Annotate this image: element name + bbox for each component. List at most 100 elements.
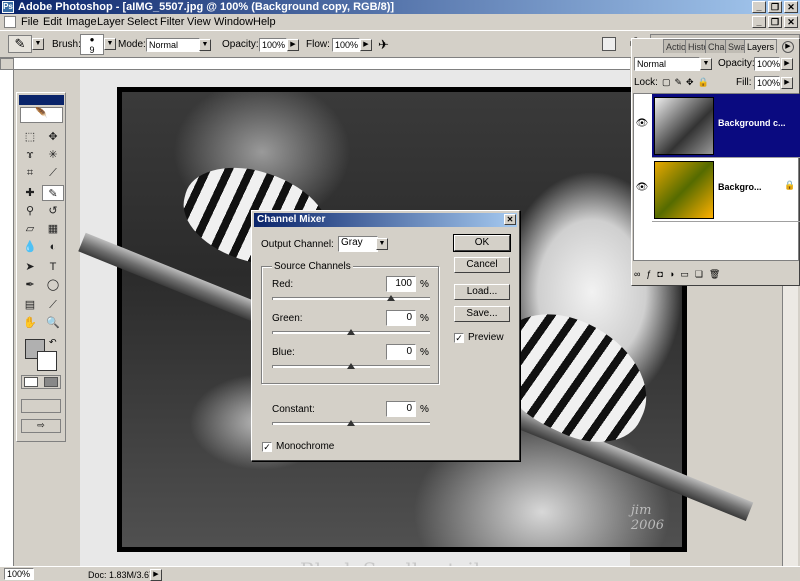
blue-value-input[interactable]: 0 <box>386 344 416 360</box>
layer-style-icon[interactable]: ƒ <box>646 269 657 279</box>
doc-minimize-button[interactable]: _ <box>752 16 766 28</box>
blur-tool-icon[interactable]: 💧 <box>19 239 41 255</box>
preview-checkbox[interactable]: ✓ <box>454 333 464 343</box>
cancel-button[interactable]: Cancel <box>454 257 510 273</box>
link-layers-icon[interactable]: ∞ <box>634 269 646 279</box>
brush-tool-icon[interactable]: ✎ <box>42 185 64 201</box>
delete-layer-icon[interactable]: 🗑 <box>709 269 726 279</box>
opacity-input[interactable]: 100% <box>259 38 287 52</box>
menu-edit[interactable]: Edit <box>43 15 62 29</box>
menu-image[interactable]: Image <box>66 15 97 29</box>
eraser-tool-icon[interactable]: ▱ <box>19 221 41 237</box>
red-slider-thumb[interactable] <box>386 295 395 301</box>
menu-layer[interactable]: Layer <box>97 15 125 29</box>
background-color-swatch[interactable] <box>37 351 57 371</box>
history-brush-tool-icon[interactable]: ↺ <box>42 203 64 219</box>
pen-tool-icon[interactable]: ✒ <box>19 277 41 293</box>
opacity-slider-icon[interactable]: ▶ <box>287 39 299 51</box>
menu-filter[interactable]: Filter <box>160 15 184 29</box>
toolbox-header[interactable] <box>19 95 64 105</box>
notes-tool-icon[interactable]: ▤ <box>19 297 41 313</box>
type-tool-icon[interactable]: T <box>42 259 64 275</box>
eyedropper-tool-icon[interactable]: ⟋ <box>42 297 64 313</box>
hand-tool-icon[interactable]: ✋ <box>19 315 41 331</box>
brush-tool-preset-icon[interactable]: ✎ <box>8 35 32 53</box>
adjustment-layer-icon[interactable]: ◑ <box>669 269 680 279</box>
screen-mode-buttons[interactable] <box>21 399 61 413</box>
layer-row-background[interactable]: Backgro... 🔒 <box>652 158 800 222</box>
move-tool-icon[interactable]: ✥ <box>42 129 64 145</box>
swap-colors-icon[interactable]: ↶ <box>49 337 57 348</box>
red-slider-track[interactable] <box>272 297 430 300</box>
shape-tool-icon[interactable]: ◯ <box>42 277 64 293</box>
file-browser-icon[interactable] <box>602 37 616 51</box>
adobe-feather-icon[interactable]: 🪶 <box>20 107 63 123</box>
menu-view[interactable]: View <box>187 15 211 29</box>
fill-input[interactable]: 100% <box>754 76 780 90</box>
dodge-tool-icon[interactable]: ◐ <box>42 239 64 255</box>
close-button[interactable]: ✕ <box>784 1 798 13</box>
green-slider-thumb[interactable] <box>347 329 355 335</box>
healing-brush-tool-icon[interactable]: ✚ <box>19 185 41 201</box>
doc-restore-button[interactable]: ❐ <box>768 16 782 28</box>
layer-opacity-slider-icon[interactable]: ▶ <box>781 58 793 70</box>
eye-icon[interactable]: 👁 <box>634 180 650 196</box>
red-value-input[interactable]: 100 <box>386 276 416 292</box>
green-value-input[interactable]: 0 <box>386 310 416 326</box>
constant-value-input[interactable]: 0 <box>386 401 416 417</box>
mode-dropdown-icon[interactable]: ▼ <box>199 39 211 51</box>
new-group-icon[interactable]: ▭ <box>680 269 695 279</box>
blend-mode-dropdown-icon[interactable]: ▼ <box>700 58 712 70</box>
lock-icons[interactable]: ▢✎✥🔒 <box>662 77 713 88</box>
zoom-tool-icon[interactable]: 🔍 <box>42 315 64 331</box>
lasso-tool-icon[interactable]: ɤ <box>19 147 41 163</box>
quickmask-mode-icon[interactable] <box>44 377 58 387</box>
flow-input[interactable]: 100% <box>332 38 360 52</box>
menu-help[interactable]: Help <box>253 15 276 29</box>
dialog-close-button[interactable]: ✕ <box>504 214 516 225</box>
blue-slider-thumb[interactable] <box>347 363 355 369</box>
jump-to-imageready-icon[interactable]: ⇨ <box>21 419 61 433</box>
doc-close-button[interactable]: ✕ <box>784 16 798 28</box>
standard-mode-icon[interactable] <box>24 377 38 387</box>
layer-opacity-input[interactable]: 100% <box>754 57 780 71</box>
crop-tool-icon[interactable]: ⌗ <box>19 165 41 181</box>
brush-dropdown-icon[interactable]: ▼ <box>104 38 116 50</box>
restore-button[interactable]: ❐ <box>768 1 782 13</box>
constant-slider-thumb[interactable] <box>347 420 355 426</box>
eye-icon[interactable]: 👁 <box>634 116 650 132</box>
load-button[interactable]: Load... <box>454 284 510 300</box>
ruler-origin[interactable] <box>0 58 14 70</box>
monochrome-checkbox[interactable]: ✓ <box>262 442 272 452</box>
layer-mask-icon[interactable]: ◘ <box>657 269 668 279</box>
output-channel-select[interactable]: Gray <box>338 236 378 252</box>
marquee-tool-icon[interactable]: ⬚ <box>19 129 41 145</box>
gradient-tool-icon[interactable]: ▦ <box>42 221 64 237</box>
clone-stamp-tool-icon[interactable]: ⚲ <box>19 203 41 219</box>
magic-wand-tool-icon[interactable]: ✳ <box>42 147 64 163</box>
ok-button[interactable]: OK <box>453 234 511 252</box>
flow-slider-icon[interactable]: ▶ <box>360 39 372 51</box>
menu-file[interactable]: File <box>21 15 39 29</box>
panel-menu-icon[interactable]: ▶ <box>782 41 794 53</box>
menu-select[interactable]: Select <box>127 15 158 29</box>
airbrush-icon[interactable]: ✈ <box>378 37 389 53</box>
output-channel-dropdown-icon[interactable]: ▼ <box>376 238 388 250</box>
dialog-title-bar[interactable]: Channel Mixer ✕ <box>254 213 517 227</box>
menu-window[interactable]: Window <box>214 15 253 29</box>
path-selection-tool-icon[interactable]: ➤ <box>19 259 41 275</box>
brush-preview[interactable]: ● 9 <box>80 34 104 55</box>
new-layer-icon[interactable]: ❏ <box>695 269 709 279</box>
tab-layers[interactable]: Layers <box>744 39 778 53</box>
save-button[interactable]: Save... <box>454 306 510 322</box>
fill-slider-icon[interactable]: ▶ <box>781 77 793 89</box>
blend-mode-select[interactable]: Normal <box>634 57 700 71</box>
tool-preset-dropdown-icon[interactable]: ▼ <box>32 38 44 50</box>
status-menu-icon[interactable]: ▶ <box>150 569 162 581</box>
minimize-button[interactable]: _ <box>752 1 766 13</box>
slice-tool-icon[interactable]: ⟋ <box>42 165 64 181</box>
layer-row-background-copy[interactable]: Background c... <box>652 94 800 158</box>
document-icon[interactable] <box>4 16 16 28</box>
mode-select[interactable]: Normal <box>146 38 200 52</box>
zoom-level-input[interactable]: 100% <box>4 568 34 580</box>
